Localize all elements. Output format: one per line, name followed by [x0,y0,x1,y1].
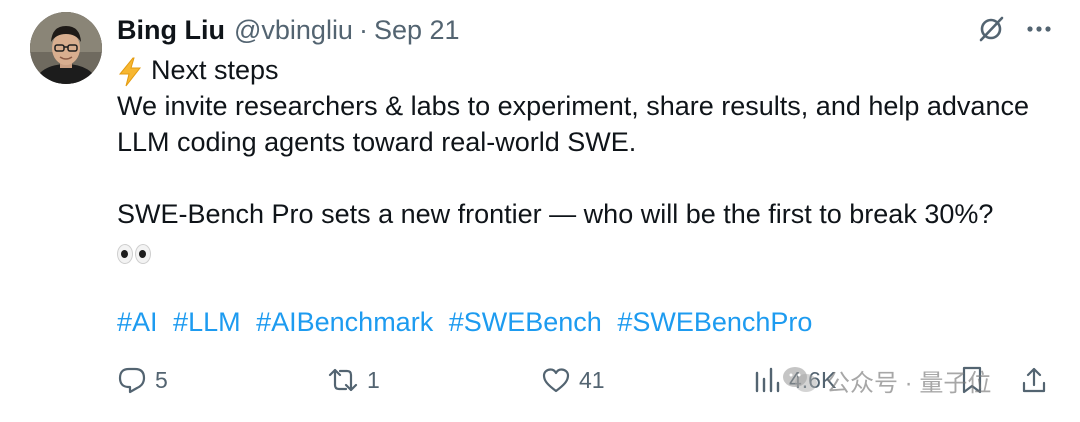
eye-left-icon [117,243,133,264]
eyes-emoji [117,243,151,264]
tweet[interactable]: Bing Liu @vbingliu · Sep 21 Next steps W… [0,0,1080,422]
analytics-icon [753,365,781,395]
tweet-line: Next steps [117,52,1062,88]
tweet-text: Next steps We invite researchers & labs … [117,52,1062,268]
more-options-icon[interactable] [1024,14,1054,44]
share-button[interactable] [1020,362,1048,398]
like-count: 41 [579,366,605,393]
tweet-top-icons [976,14,1054,44]
hashtag-link[interactable]: #AIBenchmark [256,307,433,337]
tweet-line: We invite researchers & labs to experime… [117,91,1029,121]
hashtag-link[interactable]: #LLM [173,307,241,337]
share-icon [1020,365,1048,395]
lightning-emoji [117,57,143,87]
hashtag-link[interactable]: #SWEBenchPro [617,307,812,337]
author-handle[interactable]: @vbingliu [234,15,353,46]
tweet-line-emoji [117,232,1062,268]
wechat-logo-icon [780,364,820,396]
heart-icon [541,365,571,395]
tweet-line-text: Next steps [151,55,279,85]
watermark: 公众号 · 量子位 [780,362,991,398]
hashtag-link[interactable]: #SWEBench [449,307,602,337]
tweet-header: Bing Liu @vbingliu · Sep 21 [117,12,460,48]
reply-button[interactable]: 5 [117,362,168,398]
reply-icon [117,365,147,395]
avatar-photo [30,12,102,84]
grok-icon[interactable] [976,14,1006,44]
tweet-line: LLM coding agents toward real-world SWE. [117,127,637,157]
avatar[interactable] [30,12,102,84]
separator-dot: · [358,14,368,45]
repost-count: 1 [367,366,380,393]
author-name[interactable]: Bing Liu [117,15,225,46]
repost-icon [327,365,359,395]
hashtag-list: #AI #LLM #AIBenchmark #SWEBench #SWEBenc… [117,304,820,340]
like-button[interactable]: 41 [541,362,605,398]
tweet-line: SWE-Bench Pro sets a new frontier — who … [117,199,994,229]
tweet-date[interactable]: Sep 21 [374,15,460,46]
eye-right-icon [135,243,151,264]
repost-button[interactable]: 1 [327,362,380,398]
hashtag-link[interactable]: #AI [117,307,158,337]
watermark-text: 公众号 · 量子位 [826,369,992,397]
reply-count: 5 [155,366,168,393]
